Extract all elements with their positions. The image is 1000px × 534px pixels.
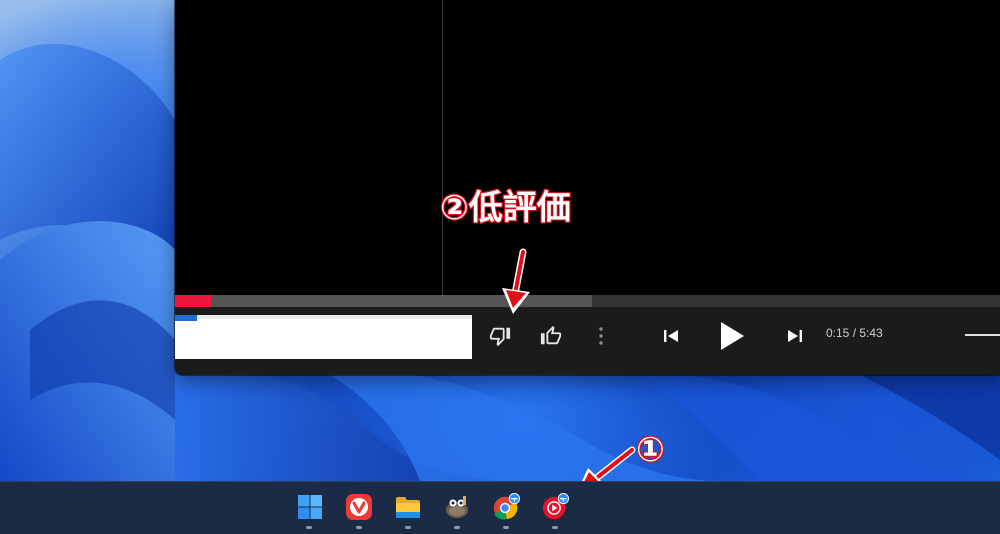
time-display: 0:15 / 5:43 [826,326,883,340]
folder-icon [396,497,420,518]
file-explorer-indicator [405,526,411,529]
like-button[interactable] [539,324,563,348]
player-control-bar: 0:15 / 5:43 [175,307,1000,375]
now-playing-info-header [175,315,472,319]
dislike-annotation-label: ②低評価 [439,187,572,229]
previous-button[interactable] [660,324,682,348]
vivaldi-icon [346,494,372,520]
now-playing-info[interactable] [175,315,472,359]
taskbar-youtube-music[interactable] [541,493,569,521]
dislike-icon [489,327,511,347]
youtube-music-indicator [552,526,558,529]
taskbar-annotation-marker: ① [635,429,666,471]
windows-logo-icon [298,495,322,519]
chrome-indicator [503,526,509,529]
taskbar-gimp[interactable] [443,493,471,521]
gimp-icon [446,496,468,518]
vivaldi-indicator [356,526,362,529]
gimp-indicator [454,526,460,529]
play-icon [721,322,744,350]
more-options-button[interactable] [591,324,611,348]
start-indicator [306,526,312,529]
player-window: 0:15 / 5:43 [175,0,1000,375]
play-button[interactable] [715,318,749,354]
taskbar-file-explorer[interactable] [394,493,422,521]
dislike-button[interactable] [488,324,512,348]
taskbar [0,481,1000,534]
like-icon [540,325,562,345]
skip-previous-icon [664,330,678,342]
progress-played [175,295,212,307]
more-vert-icon [599,327,603,345]
start-button[interactable] [296,493,324,521]
taskbar-chrome[interactable] [492,493,520,521]
youtube-music-icon [542,493,569,520]
now-playing-thumbnail [175,315,197,321]
taskbar-vivaldi[interactable] [345,493,373,521]
next-button[interactable] [784,324,806,348]
video-divider [442,0,443,295]
progress-bar[interactable] [175,295,1000,307]
volume-slider[interactable] [965,334,1000,336]
skip-next-icon [788,330,802,342]
video-area[interactable] [175,0,1000,295]
annotation-arrow-dislike [502,248,530,314]
chrome-icon [493,493,520,520]
